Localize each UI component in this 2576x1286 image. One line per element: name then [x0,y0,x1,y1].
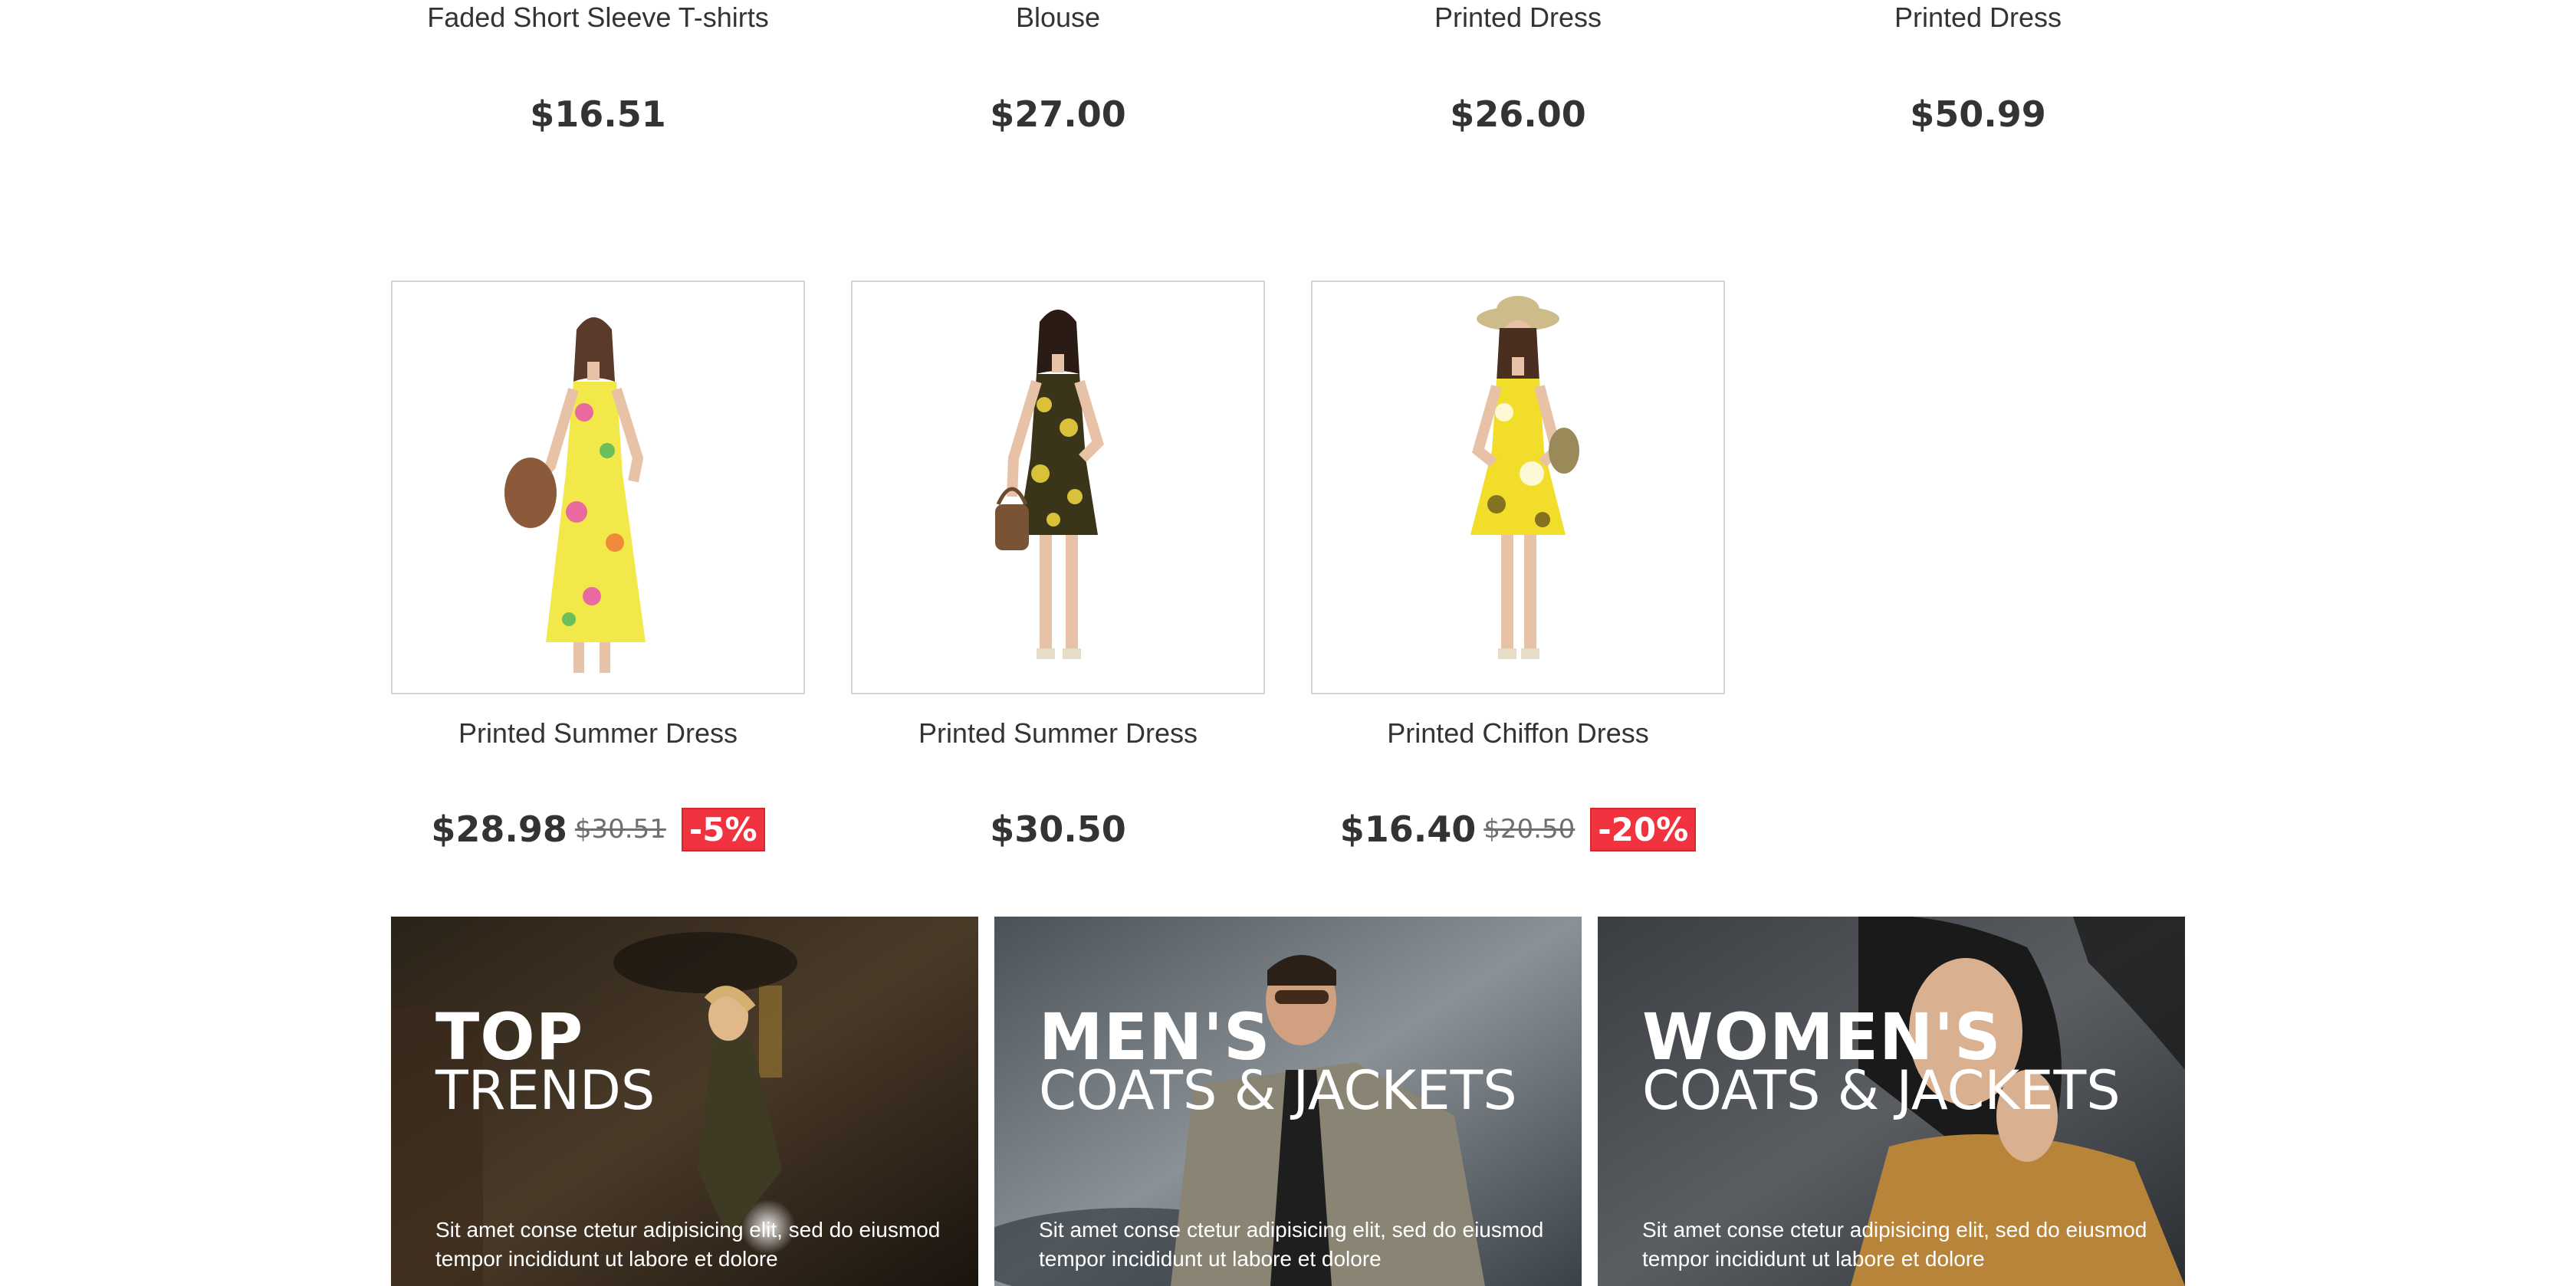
product-price: $30.50 [990,809,1126,850]
product-card[interactable]: Printed Summer Dress $28.98 $30.51 -5% [391,280,805,852]
price-line: $16.40 $20.50 -20% [1311,806,1725,852]
product-name-link[interactable]: Printed Summer Dress [391,717,805,750]
dress-yellow-floral-long-icon [504,317,646,673]
product-name-link[interactable]: Printed Dress [1311,2,1725,34]
product-card[interactable]: Faded Short Sleeve T-shirts $16.51 [391,0,805,135]
banner-mens-coats[interactable]: MEN'S COATS & JACKETS Sit amet conse cte… [994,917,1582,1286]
top-product-row: Faded Short Sleeve T-shirts $16.51 Blous… [391,0,2231,153]
discount-badge: -20% [1590,807,1697,851]
old-price: $30.51 [574,814,666,845]
product-name-link[interactable]: Printed Summer Dress [851,717,1265,750]
product-name-link[interactable]: Faded Short Sleeve T-shirts [391,2,805,34]
product-price: $27.00 [990,93,1126,135]
product-price: $26.00 [1450,93,1586,135]
product-card[interactable]: Printed Dress $26.00 [1311,0,1725,135]
dress-black-yellow-short-icon [995,310,1104,659]
discount-badge: -5% [681,807,765,851]
banner-subtitle: COATS & JACKETS [1642,1059,2121,1122]
banner-subtitle: COATS & JACKETS [1039,1059,1517,1122]
product-card[interactable]: Printed Summer Dress $30.50 [851,280,1265,852]
product-image-link[interactable] [1311,280,1725,694]
product-price: $28.98 [431,809,567,850]
banner-womens-coats[interactable]: WOMEN'S COATS & JACKETS Sit amet conse c… [1598,917,2185,1286]
price-line: $28.98 $30.51 -5% [391,806,805,852]
banner-description: Sit amet conse ctetur adipisicing elit, … [1642,1218,2147,1271]
banner-subtitle: TRENDS [435,1059,656,1122]
product-card[interactable]: Printed Chiffon Dress $16.40 $20.50 -20% [1311,280,1725,852]
old-price: $20.50 [1484,814,1576,845]
product-image-link[interactable] [391,280,805,694]
product-card[interactable]: Blouse $27.00 [851,0,1265,135]
banner-description: Sit amet conse ctetur adipisicing elit, … [1039,1218,1544,1271]
banner-top-trends[interactable]: TOP TRENDS Sit amet conse ctetur adipisi… [391,917,978,1286]
product-price: $16.51 [530,93,666,135]
product-name-link[interactable]: Printed Chiffon Dress [1311,717,1725,750]
product-image-link[interactable] [851,280,1265,694]
price-line: $30.50 [851,806,1265,852]
product-price: $16.40 [1339,809,1477,850]
product-price: $50.99 [1910,93,2046,135]
banner-description: Sit amet conse ctetur adipisicing elit, … [435,1218,941,1271]
dress-yellow-chiffon-hat-icon [1470,296,1579,659]
product-listing-page: Faded Short Sleeve T-shirts $16.51 Blous… [0,0,2576,1286]
product-name-link[interactable]: Blouse [851,2,1265,34]
product-card[interactable]: Printed Dress $50.99 [1771,0,2185,135]
product-name-link[interactable]: Printed Dress [1771,2,2185,34]
